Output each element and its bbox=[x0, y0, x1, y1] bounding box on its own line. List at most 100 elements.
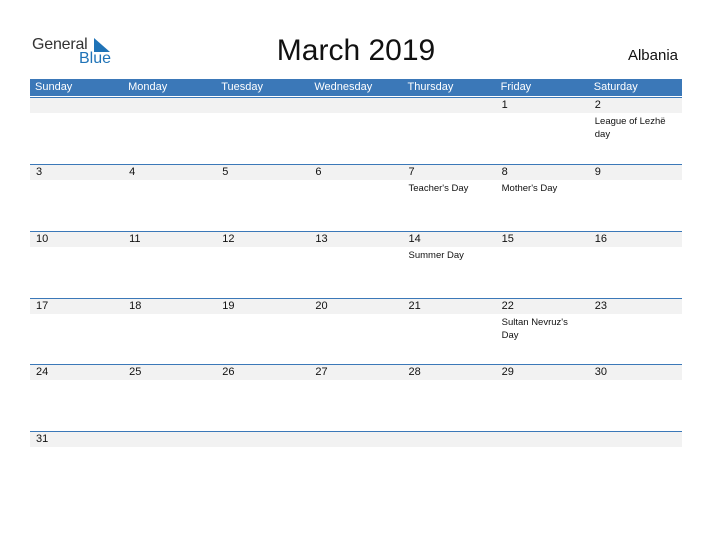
calendar-day-cell bbox=[402, 432, 496, 498]
day-number-bar: 26 bbox=[216, 365, 310, 380]
calendar-week-row: 24 25 26 27 28 29 30 bbox=[30, 364, 682, 431]
day-number-bar: 28 bbox=[402, 365, 496, 380]
day-number: 1 bbox=[501, 99, 508, 111]
day-number-bar: 21 bbox=[402, 299, 496, 314]
calendar-day-cell: 11 bbox=[123, 232, 217, 298]
day-number-bar: 1 bbox=[495, 98, 589, 113]
day-number-bar: 7 bbox=[402, 165, 496, 180]
day-number-bar bbox=[123, 98, 217, 113]
calendar-day-cell: 26 bbox=[216, 365, 310, 431]
calendar-day-cell: 10 bbox=[30, 232, 124, 298]
country-label: Albania bbox=[627, 47, 678, 64]
weekday-label: Thursday bbox=[407, 81, 454, 93]
calendar-week-row: 31 bbox=[30, 431, 682, 498]
day-number: 5 bbox=[222, 166, 229, 178]
calendar-day-cell: 18 bbox=[123, 299, 217, 365]
day-number-bar: 17 bbox=[30, 299, 124, 314]
day-number: 31 bbox=[36, 433, 49, 445]
calendar-day-cell bbox=[495, 432, 589, 498]
day-number: 14 bbox=[408, 233, 421, 245]
day-number: 22 bbox=[501, 300, 514, 312]
day-number: 10 bbox=[36, 233, 49, 245]
calendar-day-cell: 6 bbox=[309, 165, 403, 231]
day-number: 21 bbox=[408, 300, 421, 312]
day-number: 29 bbox=[501, 366, 514, 378]
day-number-bar bbox=[216, 432, 310, 447]
day-number-bar bbox=[309, 432, 403, 447]
day-number: 7 bbox=[408, 166, 415, 178]
calendar-day-cell bbox=[588, 432, 682, 498]
day-number-bar: 18 bbox=[123, 299, 217, 314]
calendar-day-cell: 31 bbox=[30, 432, 124, 498]
calendar-day-cell: 23 bbox=[588, 299, 682, 365]
day-number-bar: 12 bbox=[216, 232, 310, 247]
weekday-label: Tuesday bbox=[221, 81, 264, 93]
day-number: 27 bbox=[315, 366, 328, 378]
holiday-label: Sultan Nevruz's Day bbox=[501, 317, 568, 341]
calendar-day-cell: 25 bbox=[123, 365, 217, 431]
day-number-bar: 22 bbox=[495, 299, 589, 314]
day-number-bar: 9 bbox=[588, 165, 682, 180]
calendar-day-cell: 24 bbox=[30, 365, 124, 431]
day-number: 19 bbox=[222, 300, 235, 312]
calendar-day-cell: 21 bbox=[402, 299, 496, 365]
weekday-label: Wednesday bbox=[314, 81, 373, 93]
calendar-day-cell: 17 bbox=[30, 299, 124, 365]
day-number: 25 bbox=[129, 366, 142, 378]
day-number-bar: 14 bbox=[402, 232, 496, 247]
day-number-bar: 20 bbox=[309, 299, 403, 314]
calendar-day-cell: 7 Teacher's Day bbox=[402, 165, 496, 231]
day-number-bar: 5 bbox=[216, 165, 310, 180]
day-number: 23 bbox=[594, 300, 607, 312]
weekday-label: Sunday bbox=[35, 81, 73, 93]
day-number-bar: 15 bbox=[495, 232, 589, 247]
day-number: 8 bbox=[501, 166, 508, 178]
day-number-bar: 23 bbox=[588, 299, 682, 314]
day-number: 20 bbox=[315, 300, 328, 312]
day-number-bar: 19 bbox=[216, 299, 310, 314]
day-number-bar: 31 bbox=[30, 432, 124, 447]
day-number-bar: 29 bbox=[495, 365, 589, 380]
day-number-bar bbox=[495, 432, 589, 447]
day-number: 9 bbox=[594, 166, 601, 178]
day-number: 4 bbox=[129, 166, 136, 178]
day-number-bar bbox=[30, 98, 124, 113]
calendar-day-cell bbox=[123, 432, 217, 498]
calendar-day-cell: 4 bbox=[123, 165, 217, 231]
calendar-day-cell: 14 Summer Day bbox=[402, 232, 496, 298]
calendar-day-cell: 12 bbox=[216, 232, 310, 298]
day-number: 15 bbox=[501, 233, 514, 245]
calendar-day-cell: 19 bbox=[216, 299, 310, 365]
day-number-bar: 11 bbox=[123, 232, 217, 247]
day-number: 18 bbox=[129, 300, 142, 312]
calendar-day-cell bbox=[309, 432, 403, 498]
day-number-bar bbox=[588, 432, 682, 447]
holiday-label: Summer Day bbox=[408, 250, 464, 261]
day-number: 13 bbox=[315, 233, 328, 245]
day-number-bar bbox=[402, 432, 496, 447]
holiday-label: League of Lezhë day bbox=[594, 116, 666, 140]
day-number: 2 bbox=[594, 99, 601, 111]
day-number-bar: 4 bbox=[123, 165, 217, 180]
day-number-bar: 3 bbox=[30, 165, 124, 180]
day-number: 24 bbox=[36, 366, 49, 378]
day-number-bar bbox=[402, 98, 496, 113]
day-number: 30 bbox=[594, 366, 607, 378]
day-number: 17 bbox=[36, 300, 49, 312]
weekday-label: Saturday bbox=[593, 81, 638, 93]
calendar-day-cell: 15 bbox=[495, 232, 589, 298]
calendar-week-row: 3 4 5 6 7 Teacher's Day 8 Mother's Day 9 bbox=[30, 164, 682, 231]
day-number-bar bbox=[123, 432, 217, 447]
calendar-day-cell: 1 bbox=[495, 98, 589, 164]
calendar-day-cell: 8 Mother's Day bbox=[495, 165, 589, 231]
calendar-day-cell bbox=[30, 98, 124, 164]
weekday-label: Friday bbox=[500, 81, 532, 93]
calendar-title: March 2019 bbox=[276, 34, 436, 67]
day-number: 16 bbox=[594, 233, 607, 245]
day-number-bar: 13 bbox=[309, 232, 403, 247]
calendar-day-cell: 9 bbox=[588, 165, 682, 231]
calendar-week-row: 10 11 12 13 14 Summer Day 15 16 bbox=[30, 231, 682, 298]
weekday-label: Monday bbox=[128, 81, 168, 93]
calendar-day-cell bbox=[309, 98, 403, 164]
day-number: 28 bbox=[408, 366, 421, 378]
